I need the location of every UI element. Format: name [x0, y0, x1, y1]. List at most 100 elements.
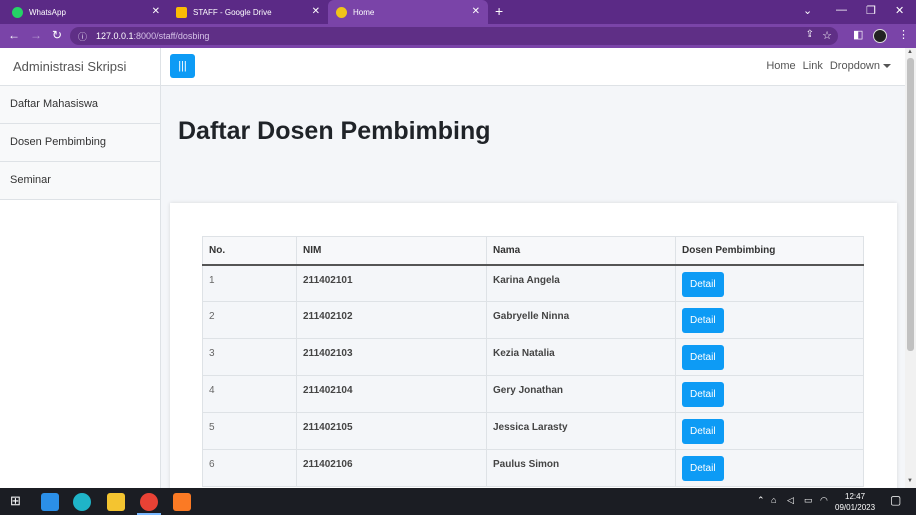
top-navbar: ||| Home Link Dropdown [161, 48, 905, 86]
table-row: 6 211402106 Paulus Simon Detail [202, 449, 864, 487]
share-icon[interactable]: ⇪ [806, 29, 814, 40]
new-tab-icon[interactable]: + [495, 3, 503, 19]
tab-home[interactable]: Home ✕ [328, 0, 488, 24]
wifi-icon[interactable]: ◠ [820, 495, 828, 506]
cell-action: Detail [675, 264, 864, 302]
cell-nama: Gery Jonathan [486, 375, 676, 413]
detail-button[interactable]: Detail [682, 456, 724, 481]
tab-label: STAFF - Google Drive [193, 7, 272, 17]
scroll-up-icon[interactable]: ▲ [907, 49, 913, 55]
cell-nim: 211402102 [296, 301, 487, 339]
close-tab-icon[interactable]: ✕ [312, 6, 320, 17]
sidebar-item-daftar-mahasiswa[interactable]: Daftar Mahasiswa [0, 86, 160, 124]
site-favicon-icon [336, 6, 347, 18]
column-header-no: No. [202, 236, 297, 266]
page-title: Daftar Dosen Pembimbing [178, 117, 491, 145]
chrome-icon[interactable] [140, 493, 158, 511]
dropdown-label: Dropdown [829, 60, 880, 72]
cell-no: 4 [202, 375, 297, 413]
dosen-table: No. NIM Nama Dosen Pembimbing 1 21140210… [202, 236, 864, 487]
cell-nim: 211402101 [296, 264, 487, 302]
url-input[interactable]: ⓘ 127.0.0.1:8000/staff/dosbing ⇪ ☆ [70, 27, 838, 45]
side-panel-icon[interactable]: ◧ [853, 28, 863, 41]
column-header-nama: Nama [486, 236, 676, 266]
cell-nim: 211402105 [296, 412, 487, 450]
cell-no: 6 [202, 449, 297, 487]
close-window-icon[interactable]: ✕ [895, 4, 904, 17]
address-bar: ← → ↻ ⓘ 127.0.0.1:8000/staff/dosbing ⇪ ☆… [0, 24, 916, 48]
sidebar: Administrasi Skripsi Daftar Mahasiswa Do… [0, 48, 161, 488]
brand-title[interactable]: Administrasi Skripsi [0, 48, 160, 86]
browser-tab-strip: WhatsApp ✕ STAFF - Google Drive ✕ Home ✕… [0, 0, 916, 24]
edge-icon[interactable] [73, 493, 91, 511]
cell-action: Detail [675, 412, 864, 450]
windows-start-icon[interactable]: ⊞ [10, 493, 21, 509]
back-icon[interactable]: ← [8, 28, 20, 42]
detail-button[interactable]: Detail [682, 345, 724, 370]
table-row: 4 211402104 Gery Jonathan Detail [202, 375, 864, 413]
forward-icon[interactable]: → [30, 28, 42, 42]
cell-nim: 211402106 [296, 449, 487, 487]
vertical-scrollbar[interactable]: ▲ ▼ [905, 48, 916, 488]
cell-nim: 211402103 [296, 338, 487, 376]
column-header-nim: NIM [296, 236, 487, 266]
detail-button[interactable]: Detail [682, 308, 724, 333]
info-icon[interactable]: ⓘ [78, 30, 87, 43]
sidebar-item-seminar[interactable]: Seminar [0, 162, 160, 200]
detail-button[interactable]: Detail [682, 419, 724, 444]
network-icon[interactable]: ⌂ [771, 495, 776, 505]
notifications-icon[interactable]: ▢ [890, 493, 901, 507]
tab-google-drive[interactable]: STAFF - Google Drive ✕ [168, 0, 328, 24]
table-header-row: No. NIM Nama Dosen Pembimbing [202, 236, 864, 266]
clock-date: 09/01/2023 [835, 503, 876, 512]
cell-nama: Gabryelle Ninna [486, 301, 676, 339]
table-row: 3 211402103 Kezia Natalia Detail [202, 338, 864, 376]
nav-link-link[interactable]: Link [803, 60, 823, 72]
taskbar: ⊞ ⌃ ⌂ ◁ ▭ ◠ 12:47 09/01/2023 ▢ [0, 488, 916, 515]
volume-icon[interactable]: ◁ [787, 495, 794, 506]
cell-no: 3 [202, 338, 297, 376]
url-text: 127.0.0.1:8000/staff/dosbing [96, 31, 210, 41]
profile-avatar[interactable] [873, 29, 887, 43]
system-clock[interactable]: 12:47 09/01/2023 [835, 491, 875, 513]
vscode-icon[interactable] [41, 493, 59, 511]
tray-chevron-up-icon[interactable]: ⌃ [757, 495, 765, 506]
cell-action: Detail [675, 449, 864, 487]
scroll-down-icon[interactable]: ▼ [907, 478, 913, 484]
nav-dropdown[interactable]: Dropdown [830, 60, 891, 72]
close-tab-icon[interactable]: ✕ [472, 6, 480, 17]
nav-link-home[interactable]: Home [766, 60, 795, 72]
cell-nama: Karina Angela [486, 264, 676, 302]
cell-no: 5 [202, 412, 297, 450]
cell-nama: Paulus Simon [486, 449, 676, 487]
detail-button[interactable]: Detail [682, 382, 724, 407]
bookmark-star-icon[interactable]: ☆ [822, 29, 832, 42]
chevron-down-icon[interactable]: ⌄ [803, 4, 812, 17]
cell-action: Detail [675, 301, 864, 339]
xampp-icon[interactable] [173, 493, 191, 511]
tab-whatsapp[interactable]: WhatsApp ✕ [4, 0, 168, 24]
file-explorer-icon[interactable] [107, 493, 125, 511]
detail-button[interactable]: Detail [682, 271, 724, 297]
cell-no: 1 [202, 264, 297, 302]
cell-action: Detail [675, 338, 864, 376]
restore-icon[interactable]: ❐ [866, 4, 876, 17]
scrollbar-thumb[interactable] [907, 58, 914, 351]
cell-nama: Jessica Larasty [486, 412, 676, 450]
close-tab-icon[interactable]: ✕ [152, 6, 160, 17]
caret-down-icon [883, 64, 891, 69]
battery-icon[interactable]: ▭ [804, 495, 813, 506]
minimize-icon[interactable]: — [836, 4, 847, 16]
reload-icon[interactable]: ↻ [52, 28, 62, 42]
cell-nama: Kezia Natalia [486, 338, 676, 376]
kebab-menu-icon[interactable]: ⋮ [898, 28, 909, 41]
sidebar-toggle-button[interactable]: ||| [170, 54, 195, 78]
whatsapp-icon [12, 6, 23, 18]
tab-label: WhatsApp [29, 7, 66, 17]
sidebar-item-dosen-pembimbing[interactable]: Dosen Pembimbing [0, 124, 160, 162]
cell-no: 2 [202, 301, 297, 339]
table-row: 2 211402102 Gabryelle Ninna Detail [202, 301, 864, 339]
google-drive-icon [176, 6, 187, 18]
clock-time: 12:47 [845, 492, 866, 501]
column-header-dosen-pembimbing: Dosen Pembimbing [675, 236, 864, 266]
